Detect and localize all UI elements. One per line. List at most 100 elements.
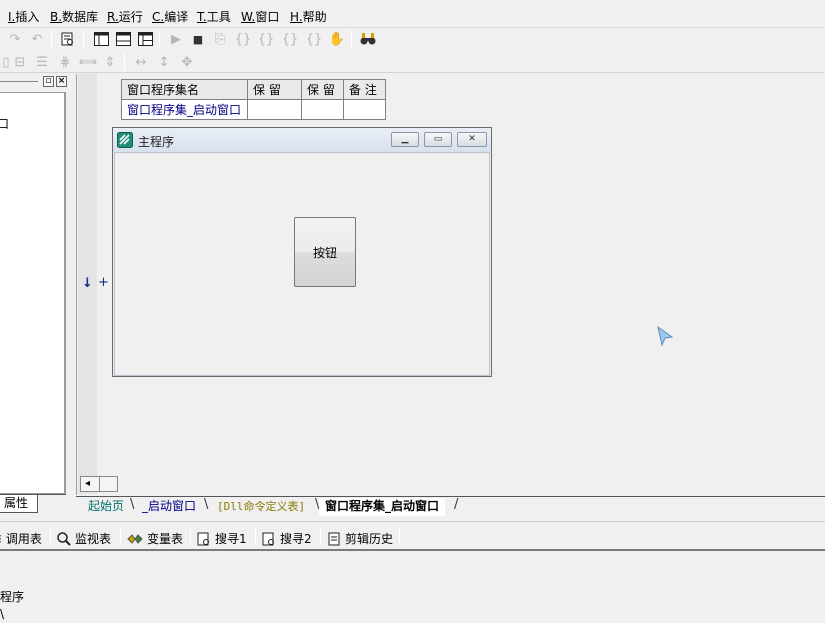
tab-startup-window[interactable]: _启动窗口 [136, 498, 202, 516]
app-logo-icon [117, 132, 133, 148]
tab-watch-table[interactable]: 监视表 [57, 530, 111, 547]
scroll-divider [99, 477, 100, 491]
same-width-icon[interactable]: ↔ [131, 52, 151, 72]
binoculars-icon[interactable] [358, 29, 378, 49]
tab-separator [50, 528, 51, 545]
bottom-tool-tabs: ⁝调用表 监视表 变量表 搜寻1 搜寻2 剪辑历史 [0, 521, 825, 551]
menu-insert[interactable]: I.插入 [8, 8, 39, 25]
form-title-bar[interactable]: 主程序 ▁ ▭ ✕ [113, 128, 491, 152]
tab-search-1[interactable]: 搜寻1 [197, 530, 247, 547]
align-center-icon[interactable]: ⊟ [10, 52, 30, 72]
find-icon[interactable] [58, 29, 78, 49]
same-size-icon[interactable]: ✥ [177, 52, 197, 72]
tab-start-page[interactable]: 起始页 [82, 498, 130, 516]
tab-variable-table[interactable]: 变量表 [127, 530, 183, 547]
form-client-area[interactable]: 按钮 [114, 152, 490, 376]
current-line-arrow-icon: ↓ [82, 276, 93, 291]
menu-tools[interactable]: T.工具 [197, 8, 231, 25]
toolbar-separator [351, 30, 352, 48]
expand-plus-icon[interactable]: + [98, 275, 109, 290]
step-out-icon[interactable]: {} [280, 29, 300, 49]
tab-dll-commands[interactable]: [Dll命令定义表] [211, 498, 311, 516]
tab-separator [255, 528, 256, 545]
toolbar-main: ↷ ↶ ▶ ■ ⎘ {} {} {} {} ✋ [0, 28, 825, 51]
align-middle-icon[interactable]: ⋕ [55, 52, 75, 72]
search-doc-icon [262, 532, 274, 545]
space-vertical-icon[interactable]: ⇕ [100, 52, 120, 72]
tab-separator [399, 528, 400, 545]
table-row[interactable]: 窗口程序集_启动窗口 [121, 99, 386, 120]
hand-icon[interactable]: ✋ [327, 29, 347, 49]
variables-icon [127, 533, 143, 544]
tab-separator [120, 528, 121, 545]
tab-properties-label: 属性 [4, 496, 29, 510]
cell-assembly-name[interactable]: 窗口程序集_启动窗口 [121, 99, 248, 120]
form-title: 主程序 [138, 135, 175, 149]
horizontal-scrollbar[interactable]: ◂ [80, 476, 118, 492]
menu-compile[interactable]: C.编译 [152, 8, 188, 25]
output-line: \ [0, 607, 5, 621]
restore-icon[interactable]: ▫ [43, 76, 54, 87]
step-over-icon[interactable]: {} [256, 29, 276, 49]
search-doc-icon [197, 532, 209, 545]
clipboard-icon [328, 532, 340, 545]
col-reserved-1: 保 留 [247, 79, 302, 100]
tab-divider: \ [204, 497, 209, 512]
minimize-icon[interactable]: ▁ [391, 132, 419, 147]
layout-panel-icon[interactable] [91, 29, 111, 49]
close-icon[interactable]: × [56, 76, 67, 87]
toolbar-align: ▯ ⊟ ☰ ⋕ ⟺ ⇕ ↔ ↕ ✥ [0, 51, 825, 73]
output-line: 程序 [0, 590, 25, 604]
tab-divider: \ [130, 497, 135, 512]
list-icon: ⁝ [0, 532, 2, 546]
toolbar-separator [124, 53, 125, 71]
panel-grip [0, 81, 38, 82]
project-tree[interactable]: 口 [0, 92, 66, 494]
toolbar-separator [159, 30, 160, 48]
table-header-row: 窗口程序集名 保 留 保 留 备 注 [121, 79, 386, 100]
tab-divider: / [454, 497, 459, 512]
space-horizontal-icon[interactable]: ⟺ [78, 52, 98, 72]
layout-split-icon[interactable] [113, 29, 133, 49]
maximize-icon[interactable]: ▭ [424, 132, 452, 147]
output-pane[interactable]: 程序 \ [0, 553, 825, 623]
col-note: 备 注 [343, 79, 386, 100]
run-to-cursor-icon[interactable]: {} [304, 29, 324, 49]
toolbar-separator [83, 30, 84, 48]
tab-call-table[interactable]: ⁝调用表 [0, 530, 42, 547]
redo-icon[interactable]: ↷ [5, 29, 25, 49]
pointer-arrow-icon [656, 325, 674, 347]
layout-grid-icon[interactable] [135, 29, 155, 49]
document-tabs: 起始页 \ _启动窗口 \ [Dll命令定义表] \ 窗口程序集_启动窗口 / [76, 496, 825, 517]
toolbar-separator [51, 30, 52, 48]
col-assembly-name: 窗口程序集名 [121, 79, 248, 100]
close-window-icon[interactable]: ✕ [457, 132, 487, 147]
run-icon[interactable]: ▶ [166, 29, 186, 49]
cell-note[interactable] [343, 99, 386, 120]
menu-window[interactable]: W.窗口 [241, 8, 279, 25]
tab-strip-line [0, 494, 66, 495]
step-into-icon[interactable]: {} [233, 29, 253, 49]
form-button-label: 按钮 [312, 245, 337, 260]
form-designer-window[interactable]: 主程序 ▁ ▭ ✕ 按钮 [112, 127, 492, 377]
tab-properties[interactable]: 属性 [0, 495, 38, 513]
tab-clip-history[interactable]: 剪辑历史 [327, 530, 393, 547]
cell-reserved-1[interactable] [247, 99, 302, 120]
align-top-icon[interactable]: ☰ [32, 52, 52, 72]
step-icon[interactable]: ⎘ [210, 29, 230, 49]
menu-help[interactable]: H.帮助 [290, 8, 327, 25]
tab-assembly-active[interactable]: 窗口程序集_启动窗口 [319, 498, 446, 516]
undo-icon[interactable]: ↶ [27, 29, 47, 49]
left-panel-header: ▫ × [0, 76, 68, 89]
tree-item-partial[interactable]: 口 [0, 115, 9, 132]
same-height-icon[interactable]: ↕ [154, 52, 174, 72]
magnifier-icon [57, 531, 71, 546]
cell-reserved-2[interactable] [301, 99, 344, 120]
tab-search-2[interactable]: 搜寻2 [262, 530, 312, 547]
menu-run[interactable]: R.运行 [107, 8, 143, 25]
stop-icon[interactable]: ■ [188, 29, 208, 49]
menu-database[interactable]: B.数据库 [50, 8, 98, 25]
tab-separator [320, 528, 321, 545]
form-button[interactable]: 按钮 [294, 217, 356, 287]
scroll-left-icon[interactable]: ◂ [85, 478, 90, 489]
